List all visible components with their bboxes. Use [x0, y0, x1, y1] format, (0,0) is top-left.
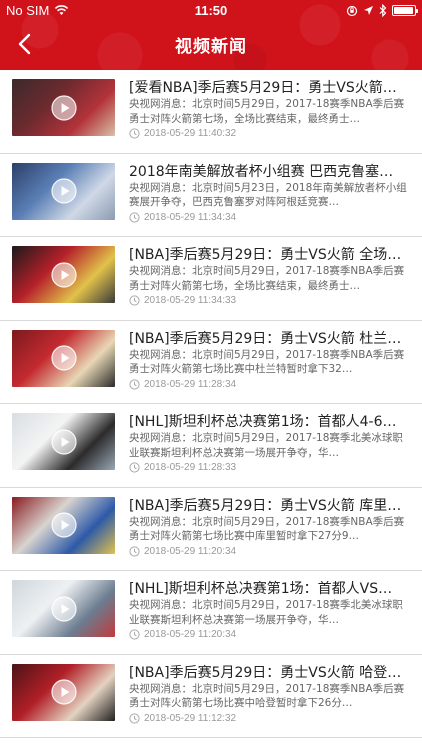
play-icon: [50, 261, 77, 288]
item-timestamp: 2018-05-29 11:28:33: [144, 462, 237, 473]
item-timestamp: 2018-05-29 11:28:34: [144, 378, 237, 390]
item-meta: 2018-05-29 11:40:32: [129, 128, 236, 139]
clock-icon: [129, 128, 140, 139]
clock-icon: [129, 712, 140, 724]
item-meta: 2018-05-29 11:28:34: [129, 379, 236, 390]
clock-icon: [129, 629, 140, 640]
video-thumbnail[interactable]: [12, 580, 115, 637]
clock-icon: [129, 545, 140, 557]
item-meta: 2018-05-29 11:12:32: [129, 713, 236, 724]
item-timestamp: 2018-05-29 11:20:34: [144, 545, 237, 557]
item-meta: 2018-05-29 11:20:34: [129, 546, 236, 557]
item-summary: 央视网消息：北京时间5月29日，2017-18赛季NBA季后赛勇士对阵火箭第七场…: [129, 348, 405, 376]
play-icon: [50, 428, 77, 455]
item-summary: 央视网消息：北京时间5月29日，2017-18赛季NBA季后赛勇士对阵火箭第七场…: [129, 98, 405, 125]
item-timestamp: 2018-05-29 11:34:34: [144, 211, 237, 223]
clock-icon: [129, 295, 140, 306]
status-bar: No SIM 11:50: [0, 0, 422, 22]
list-item[interactable]: [NBA]季后赛5月29日：勇士VS火箭 库里… 央视网消息：北京时间5月29日…: [0, 487, 422, 571]
play-icon: [50, 178, 77, 204]
item-summary: 央视网消息：北京时间5月29日，2017-18赛季NBA季后赛勇士对阵火箭第七场…: [129, 682, 405, 710]
item-title: 2018年南美解放者杯小组赛 巴西克鲁塞…: [129, 163, 394, 180]
bluetooth-icon: [379, 4, 387, 17]
play-icon: [50, 345, 77, 371]
item-title: [NHL]斯坦利杯总决赛第1场：首都人VS…: [129, 581, 393, 597]
item-timestamp: 2018-05-29 11:40:32: [144, 128, 237, 139]
video-thumbnail[interactable]: [12, 413, 115, 470]
item-summary: 央视网消息：北京时间5月29日，2017-18赛季NBA季后赛勇士对阵火箭第七场…: [129, 265, 405, 292]
item-meta: 2018-05-29 11:34:34: [129, 212, 236, 223]
video-thumbnail[interactable]: [12, 663, 115, 721]
item-timestamp: 2018-05-29 11:12:32: [144, 712, 237, 724]
item-meta: 2018-05-29 11:34:33: [129, 295, 236, 306]
list-item[interactable]: [爱看NBA]季后赛5月29日：勇士VS火箭… 央视网消息：北京时间5月29日，…: [0, 70, 422, 154]
item-title: [NBA]季后赛5月29日：勇士VS火箭 全场…: [129, 247, 402, 263]
item-timestamp: 2018-05-29 11:34:33: [144, 295, 237, 306]
clock-icon: [129, 462, 140, 473]
status-icons: [346, 4, 418, 17]
item-summary: 央视网消息：北京时间5月29日，2017-18赛季北美冰球职业联赛斯坦利杯总决赛…: [129, 599, 403, 626]
video-thumbnail[interactable]: [12, 79, 115, 136]
video-news-list[interactable]: [爱看NBA]季后赛5月29日：勇士VS火箭… 央视网消息：北京时间5月29日，…: [0, 70, 422, 750]
orientation-lock-icon: [346, 5, 358, 16]
item-timestamp: 2018-05-29 11:20:34: [144, 629, 237, 640]
item-summary: 央视网消息：北京时间5月29日，2017-18赛季NBA季后赛勇士对阵火箭第七场…: [129, 515, 405, 543]
play-icon: [50, 94, 77, 121]
item-title: [NHL]斯坦利杯总决赛第1场：首都人4-6…: [129, 414, 397, 430]
page-title: 视频新闻: [175, 37, 247, 57]
video-thumbnail[interactable]: [12, 162, 115, 220]
battery-icon: [392, 5, 418, 16]
video-thumbnail[interactable]: [12, 246, 115, 303]
battery-level: [394, 7, 413, 14]
clock-icon: [129, 378, 140, 390]
clock-icon: [129, 211, 140, 223]
play-icon: [50, 512, 77, 538]
item-summary: 央视网消息：北京时间5月23日，2018年南美解放者杯小组赛展开争夺，巴西克鲁塞…: [129, 181, 407, 209]
app-header: No SIM 11:50 视频新闻: [0, 0, 422, 70]
item-summary: 央视网消息：北京时间5月29日，2017-18赛季北美冰球职业联赛斯坦利杯总决赛…: [129, 432, 403, 459]
item-meta: 2018-05-29 11:28:33: [129, 462, 236, 473]
list-item[interactable]: [NBA]季后赛5月29日：勇士VS火箭 哈登… 央视网消息：北京时间5月29日…: [0, 654, 422, 738]
item-meta: 2018-05-29 11:20:34: [129, 629, 236, 640]
item-title: [NBA]季后赛5月29日：勇士VS火箭 哈登…: [129, 664, 402, 681]
list-item[interactable]: [NBA]季后赛5月29日：勇士VS火箭 全场… 央视网消息：北京时间5月29日…: [0, 237, 422, 321]
video-thumbnail[interactable]: [12, 496, 115, 554]
video-thumbnail[interactable]: [12, 329, 115, 387]
item-title: [爱看NBA]季后赛5月29日：勇士VS火箭…: [129, 80, 397, 96]
play-icon: [50, 595, 77, 622]
navigation-bar: 视频新闻: [0, 22, 422, 66]
list-item[interactable]: [NBA]季后赛5月29日：勇士VS火箭 杜兰… 央视网消息：北京时间5月29日…: [0, 320, 422, 404]
item-title: [NBA]季后赛5月29日：勇士VS火箭 杜兰…: [129, 330, 402, 347]
play-icon: [50, 679, 77, 705]
list-item-partial[interactable]: [0, 738, 422, 750]
list-item[interactable]: 2018年南美解放者杯小组赛 巴西克鲁塞… 央视网消息：北京时间5月23日，20…: [0, 153, 422, 237]
item-title: [NBA]季后赛5月29日：勇士VS火箭 库里…: [129, 497, 402, 514]
list-item[interactable]: [NHL]斯坦利杯总决赛第1场：首都人4-6… 央视网消息：北京时间5月29日，…: [0, 404, 422, 488]
list-item[interactable]: [NHL]斯坦利杯总决赛第1场：首都人VS… 央视网消息：北京时间5月29日，2…: [0, 571, 422, 655]
location-icon: [364, 6, 373, 15]
